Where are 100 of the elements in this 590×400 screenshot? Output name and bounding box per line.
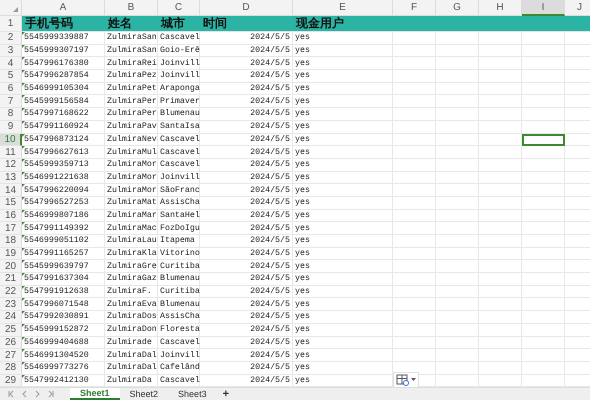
last-sheet-icon[interactable] [47, 390, 54, 398]
row-header[interactable]: 3 [0, 44, 22, 58]
table-cell: ZulmiraLau [105, 235, 158, 248]
row-header[interactable]: 2 [0, 32, 22, 45]
row-header[interactable]: 21 [0, 273, 22, 286]
table-cell: 5546999105304 [22, 82, 105, 96]
column-header[interactable]: C [158, 0, 200, 16]
row-header[interactable]: 20 [0, 260, 22, 274]
empty-cell[interactable] [479, 146, 522, 159]
table-cell: 2024/5/5 [200, 134, 293, 146]
row-header[interactable]: 17 [0, 222, 22, 235]
table-cell: ZulmiraDon [105, 324, 158, 336]
table-cell: yes [293, 184, 393, 197]
sheet-tab[interactable]: Sheet3 [168, 388, 217, 400]
row-header[interactable]: 7 [0, 95, 22, 108]
table-cell: 2024/5/5 [200, 222, 293, 235]
table-cell: yes [293, 324, 393, 336]
empty-cell[interactable] [479, 120, 522, 134]
row-header[interactable]: 16 [0, 210, 22, 222]
row-header[interactable]: 24 [0, 311, 22, 324]
row-header[interactable]: 13 [0, 172, 22, 184]
table-cell: SantaHel [158, 210, 200, 222]
table-cell: Joinvill [158, 57, 200, 70]
row-header[interactable]: 11 [0, 146, 22, 159]
table-cell: Itapema [158, 235, 200, 248]
column-header[interactable]: F [393, 0, 436, 16]
header-cell[interactable] [565, 16, 590, 32]
row-header[interactable]: 10 [0, 134, 22, 146]
column-header[interactable]: G [436, 0, 479, 16]
table-cell: Cafelând [158, 362, 200, 375]
table-cell: AssisCha [158, 311, 200, 324]
row-header[interactable]: 12 [0, 158, 22, 172]
selected-cell[interactable] [522, 134, 565, 146]
table-cell: ZulmiraMor [105, 158, 158, 172]
select-all-icon[interactable] [13, 7, 18, 12]
row-header[interactable]: 22 [0, 286, 22, 298]
empty-cell[interactable] [522, 146, 565, 159]
row-header[interactable]: 18 [0, 235, 22, 248]
empty-cell[interactable] [436, 32, 479, 45]
empty-cell[interactable] [479, 32, 522, 45]
column-header[interactable]: H [479, 0, 522, 16]
table-cell: 5547992030891 [22, 311, 105, 324]
header-cell: 姓名 [105, 16, 158, 32]
table-cell: ZulmiraF. [105, 286, 158, 298]
table-cell: yes [293, 298, 393, 312]
row-header[interactable]: 4 [0, 57, 22, 70]
sheet-tab[interactable]: Sheet2 [120, 388, 168, 400]
table-cell: ZulmiraKla [105, 248, 158, 260]
caret-icon [411, 378, 416, 382]
row-header[interactable]: 23 [0, 298, 22, 312]
table-cell: 5547997168622 [22, 108, 105, 121]
table-cell: 2024/5/5 [200, 32, 293, 45]
row-header[interactable]: 9 [0, 120, 22, 134]
paste-options-menu[interactable] [393, 372, 419, 388]
table-cell: SantaIsa [158, 120, 200, 134]
column-header[interactable]: J [565, 0, 590, 16]
table-cell: ZulmiraDal [105, 362, 158, 375]
table-cell: 5546991304520 [22, 349, 105, 362]
row-header[interactable]: 27 [0, 349, 22, 362]
table-cell: Cascavel [158, 134, 200, 146]
previous-sheet-icon[interactable] [21, 390, 28, 398]
table-cell: ZulmiraMor [105, 184, 158, 197]
table-cell: yes [293, 260, 393, 274]
column-header[interactable]: I [522, 0, 565, 16]
sheet-tab[interactable]: Sheet1 [70, 388, 120, 400]
table-cell: ZulmiraMul [105, 146, 158, 159]
column-header[interactable]: E [293, 0, 393, 16]
column-header[interactable]: B [105, 0, 158, 16]
row-header[interactable]: 5 [0, 70, 22, 83]
empty-cell[interactable] [393, 32, 436, 45]
row-header[interactable]: 8 [0, 108, 22, 121]
row-header[interactable]: 19 [0, 248, 22, 260]
row-header[interactable]: 29 [0, 374, 22, 388]
table-cell: yes [293, 362, 393, 375]
table-cell: Joinvill [158, 349, 200, 362]
table-cell: 2024/5/5 [200, 311, 293, 324]
table-cell: yes [293, 57, 393, 70]
next-sheet-icon[interactable] [34, 390, 41, 398]
empty-cell[interactable] [522, 120, 565, 134]
first-sheet-icon[interactable] [8, 390, 15, 398]
row-header[interactable]: 15 [0, 196, 22, 210]
table-cell: yes [293, 134, 393, 146]
empty-cell[interactable] [522, 32, 565, 45]
table-cell: 5546991221638 [22, 172, 105, 184]
table-cell: 2024/5/5 [200, 196, 293, 210]
column-header[interactable]: A [22, 0, 105, 16]
table-cell: 2024/5/5 [200, 260, 293, 274]
table-cell: Floresta [158, 324, 200, 336]
row-header[interactable]: 14 [0, 184, 22, 197]
table-cell: 5545999307197 [22, 44, 105, 58]
table-cell: yes [293, 248, 393, 260]
column-header[interactable]: D [200, 0, 293, 16]
row-header[interactable]: 28 [0, 362, 22, 375]
row-header[interactable]: 25 [0, 324, 22, 336]
add-sheet-button[interactable]: + [216, 388, 236, 400]
row-header[interactable]: 6 [0, 82, 22, 96]
row-header[interactable]: 1 [0, 16, 22, 32]
row-header[interactable]: 26 [0, 336, 22, 350]
header-cell: 现金用户 [293, 16, 393, 32]
empty-cell[interactable] [479, 134, 522, 146]
